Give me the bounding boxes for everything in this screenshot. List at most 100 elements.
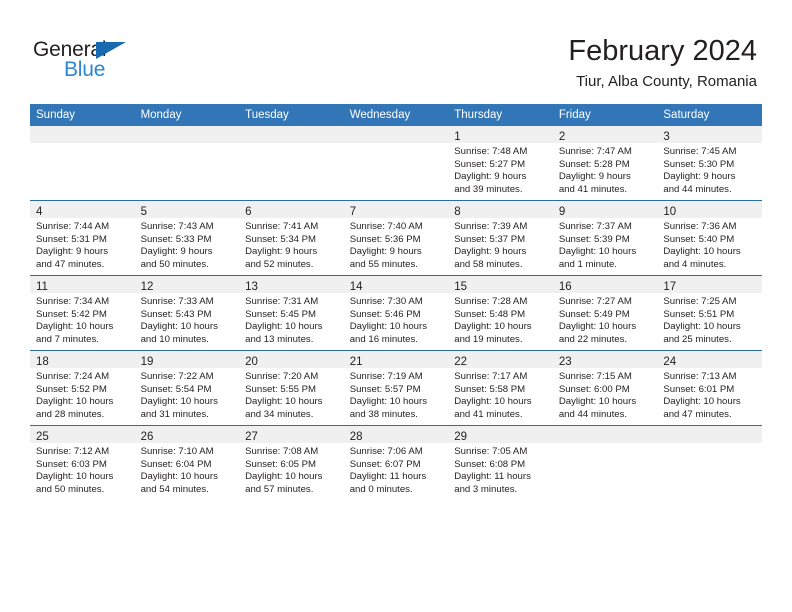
calendar-day-cell[interactable]: 26 Sunrise: 7:10 AM Sunset: 6:04 PM Dayligh… (134, 425, 240, 500)
calendar-day-cell[interactable]: 5 Sunrise: 7:43 AM Sunset: 5:33 PM Daylight… (134, 200, 240, 276)
location-subtitle: Tiur, Alba County, Romania (576, 73, 757, 90)
day-cell-details: Sunrise: 7:39 AM Sunset: 5:37 PM Daylight:… (448, 218, 553, 271)
sunrise-text: Sunrise: 7:24 AM (36, 371, 110, 382)
day-cell-inner: 6 Sunrise: 7:41 AM Sunset: 5:34 PM Daylight… (239, 201, 344, 275)
daylight-text-line2: and 47 minutes. (663, 408, 732, 420)
calendar-day-cell[interactable]: 2 Sunrise: 7:47 AM Sunset: 5:28 PM Daylight… (552, 126, 658, 201)
calendar-cell-empty (552, 425, 658, 500)
calendar-day-cell[interactable]: 11 Sunrise: 7:34 AM Sunset: 5:42 PM Dayligh… (30, 275, 135, 351)
day-cell-inner: 26 Sunrise: 7:10 AM Sunset: 6:04 PM Dayligh… (134, 426, 240, 500)
calendar-day-cell[interactable]: 28 Sunrise: 7:06 AM Sunset: 6:07 PM Dayligh… (343, 425, 449, 500)
calendar-day-cell[interactable]: 14 Sunrise: 7:30 AM Sunset: 5:46 PM Dayligh… (343, 275, 449, 351)
calendar-day-cell[interactable]: 7 Sunrise: 7:40 AM Sunset: 5:36 PM Daylight… (343, 200, 449, 276)
calendar-day-cell[interactable]: 12 Sunrise: 7:33 AM Sunset: 5:43 PM Dayligh… (134, 275, 240, 351)
day-cell-inner: 28 Sunrise: 7:06 AM Sunset: 6:07 PM Dayligh… (343, 426, 449, 500)
sunrise-text: Sunrise: 7:19 AM (349, 371, 423, 382)
sunset-text: Sunset: 6:03 PM (36, 458, 107, 470)
daylight-text-line1: Daylight: 9 hours (663, 171, 736, 183)
daylight-text-line1: Daylight: 9 hours (140, 246, 213, 258)
calendar-day-cell[interactable]: 6 Sunrise: 7:41 AM Sunset: 5:34 PM Daylight… (239, 200, 344, 276)
calendar-week-row: 25 Sunrise: 7:12 AM Sunset: 6:03 PM Dayligh… (30, 425, 762, 500)
calendar-day-cell[interactable]: 4 Sunrise: 7:44 AM Sunset: 5:31 PM Daylight… (30, 200, 135, 276)
day-cell-inner: 8 Sunrise: 7:39 AM Sunset: 5:37 PM Daylight… (448, 201, 553, 275)
day-number-band: 7 (343, 201, 449, 218)
calendar-week-row: 18 Sunrise: 7:24 AM Sunset: 5:52 PM Dayligh… (30, 350, 762, 426)
day-number-band: 17 (657, 276, 762, 293)
day-cell-inner: 9 Sunrise: 7:37 AM Sunset: 5:39 PM Daylight… (552, 201, 658, 275)
calendar-day-cell[interactable]: 18 Sunrise: 7:24 AM Sunset: 5:52 PM Dayligh… (30, 350, 135, 426)
calendar-day-cell[interactable]: 23 Sunrise: 7:15 AM Sunset: 6:00 PM Dayligh… (552, 350, 658, 426)
sunset-text: Sunset: 5:58 PM (454, 383, 526, 395)
day-number: 25 (36, 431, 49, 443)
daylight-text-line1: Daylight: 9 hours (245, 246, 318, 258)
day-number-band: 19 (134, 351, 240, 368)
calendar-day-cell[interactable]: 8 Sunrise: 7:39 AM Sunset: 5:37 PM Daylight… (448, 200, 553, 276)
sunset-text: Sunset: 5:34 PM (245, 233, 317, 245)
weekday-header-sunday: Sunday (30, 104, 135, 126)
day-number-band: 24 (657, 351, 762, 368)
calendar-day-cell[interactable]: 19 Sunrise: 7:22 AM Sunset: 5:54 PM Dayligh… (134, 350, 240, 426)
calendar-day-cell[interactable]: 16 Sunrise: 7:27 AM Sunset: 5:49 PM Dayligh… (552, 275, 658, 351)
day-number: 13 (245, 281, 258, 293)
calendar-day-cell[interactable]: 25 Sunrise: 7:12 AM Sunset: 6:03 PM Dayligh… (30, 425, 135, 500)
sunset-text: Sunset: 5:31 PM (36, 233, 107, 245)
calendar-day-cell[interactable]: 13 Sunrise: 7:31 AM Sunset: 5:45 PM Dayligh… (239, 275, 344, 351)
day-cell-details: Sunrise: 7:17 AM Sunset: 5:58 PM Daylight:… (448, 368, 553, 421)
sunrise-text: Sunrise: 7:37 AM (558, 221, 632, 232)
calendar-day-cell[interactable]: 22 Sunrise: 7:17 AM Sunset: 5:58 PM Dayligh… (448, 350, 553, 426)
daylight-text-line1: Daylight: 10 hours (558, 246, 637, 258)
calendar-week-row: 1 Sunrise: 7:48 AM Sunset: 5:27 PM Daylight… (30, 126, 762, 201)
weekday-header-monday: Monday (134, 104, 240, 126)
daylight-text-line1: Daylight: 11 hours (349, 471, 427, 483)
calendar-day-cell[interactable]: 20 Sunrise: 7:20 AM Sunset: 5:55 PM Dayligh… (239, 350, 344, 426)
calendar-day-cell[interactable]: 24 Sunrise: 7:13 AM Sunset: 6:01 PM Dayligh… (657, 350, 762, 426)
day-cell-inner: 13 Sunrise: 7:31 AM Sunset: 5:45 PM Dayligh… (239, 276, 344, 350)
sunset-text: Sunset: 6:01 PM (663, 383, 735, 395)
calendar-day-cell[interactable]: 9 Sunrise: 7:37 AM Sunset: 5:39 PM Daylight… (552, 200, 658, 276)
calendar-day-cell[interactable]: 10 Sunrise: 7:36 AM Sunset: 5:40 PM Dayligh… (657, 200, 762, 276)
calendar-day-cell[interactable]: 15 Sunrise: 7:28 AM Sunset: 5:48 PM Dayligh… (448, 275, 553, 351)
day-number-band: 23 (552, 351, 658, 368)
calendar-day-cell[interactable]: 17 Sunrise: 7:25 AM Sunset: 5:51 PM Dayligh… (657, 275, 762, 351)
calendar-day-cell[interactable]: 29 Sunrise: 7:05 AM Sunset: 6:08 PM Dayligh… (448, 425, 553, 500)
calendar-day-cell[interactable]: 3 Sunrise: 7:45 AM Sunset: 5:30 PM Daylight… (657, 126, 762, 201)
day-number: 2 (558, 131, 566, 143)
day-number-band (30, 126, 135, 143)
day-cell-inner (343, 126, 449, 200)
sunrise-text: Sunrise: 7:05 AM (454, 446, 528, 457)
daylight-text-line2: and 57 minutes. (245, 483, 314, 495)
daylight-text-line1: Daylight: 10 hours (140, 396, 218, 408)
calendar-cell-empty (239, 126, 344, 201)
day-cell-details: Sunrise: 7:41 AM Sunset: 5:34 PM Daylight:… (239, 218, 344, 271)
sunset-text: Sunset: 5:48 PM (454, 308, 526, 320)
day-number: 22 (454, 356, 468, 368)
day-number: 23 (558, 356, 572, 368)
calendar-day-cell[interactable]: 21 Sunrise: 7:19 AM Sunset: 5:57 PM Dayligh… (343, 350, 449, 426)
sunset-text: Sunset: 5:55 PM (245, 383, 317, 395)
daylight-text-line2: and 13 minutes. (245, 333, 314, 345)
daylight-text-line1: Daylight: 9 hours (454, 171, 527, 183)
calendar-day-cell[interactable]: 1 Sunrise: 7:48 AM Sunset: 5:27 PM Daylight… (448, 126, 553, 201)
daylight-text-line1: Daylight: 9 hours (558, 171, 631, 183)
day-number: 6 (245, 206, 252, 218)
sunset-text: Sunset: 5:46 PM (349, 308, 421, 320)
calendar-cell-empty (657, 425, 762, 500)
sunrise-text: Sunrise: 7:33 AM (140, 296, 214, 307)
sunset-text: Sunset: 6:05 PM (245, 458, 317, 470)
day-number: 26 (140, 431, 154, 443)
day-cell-details: Sunrise: 7:40 AM Sunset: 5:36 PM Daylight:… (344, 218, 449, 271)
calendar-day-cell[interactable]: 27 Sunrise: 7:08 AM Sunset: 6:05 PM Dayligh… (239, 425, 344, 500)
day-number-band: 13 (239, 276, 344, 293)
daylight-text-line2: and 38 minutes. (349, 408, 418, 420)
day-number-band: 18 (30, 351, 135, 368)
day-cell-inner: 15 Sunrise: 7:28 AM Sunset: 5:48 PM Dayligh… (448, 276, 553, 350)
day-cell-inner: 20 Sunrise: 7:20 AM Sunset: 5:55 PM Dayligh… (239, 351, 344, 425)
daylight-text-line1: Daylight: 10 hours (140, 471, 218, 483)
day-cell-details: Sunrise: 7:27 AM Sunset: 5:49 PM Daylight:… (553, 293, 658, 346)
daylight-text-line2: and 54 minutes. (140, 483, 209, 495)
sunrise-text: Sunrise: 7:15 AM (558, 371, 632, 382)
sunrise-text: Sunrise: 7:30 AM (349, 296, 423, 307)
day-cell-inner: 29 Sunrise: 7:05 AM Sunset: 6:08 PM Dayligh… (448, 426, 553, 500)
sunset-text: Sunset: 6:00 PM (558, 383, 630, 395)
day-number-band (134, 126, 240, 143)
